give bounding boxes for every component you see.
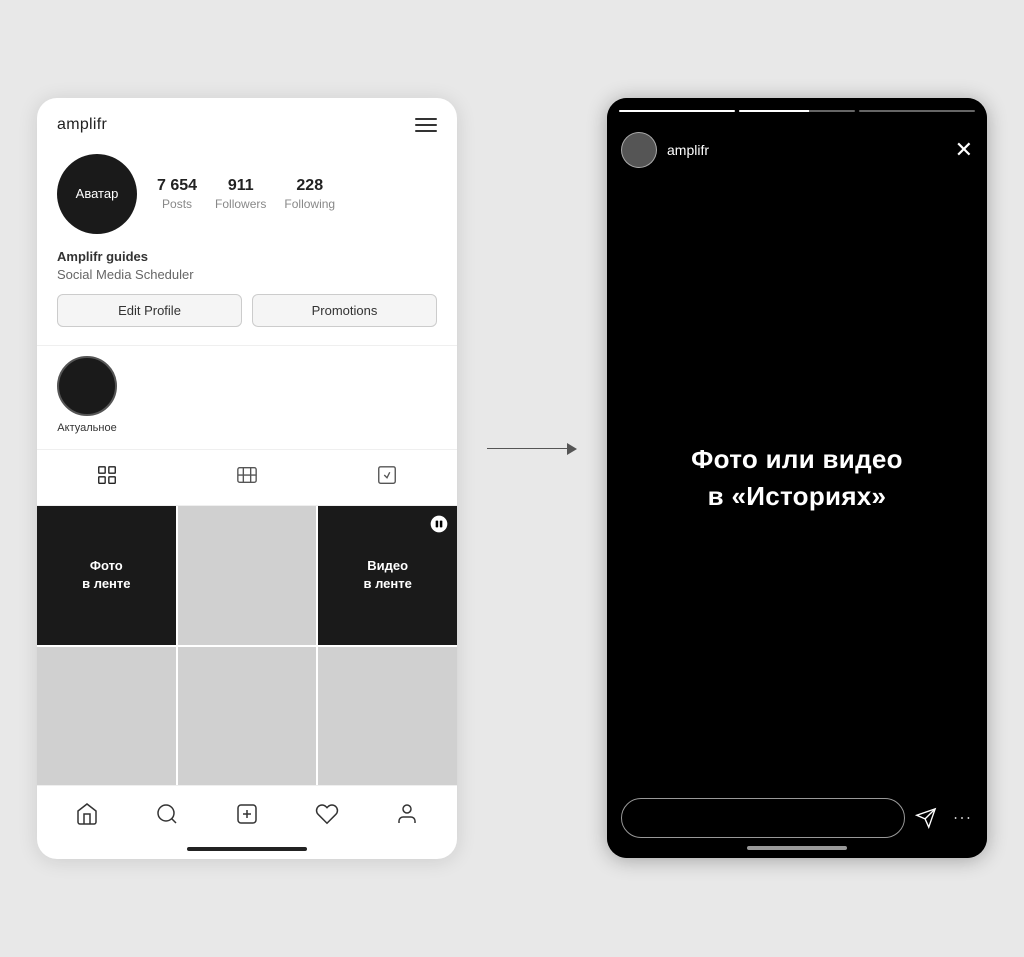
story-username: amplifr xyxy=(667,142,709,158)
bio-desc: Social Media Scheduler xyxy=(57,267,437,282)
nav-home[interactable] xyxy=(67,798,107,835)
nav-profile[interactable] xyxy=(387,798,427,835)
arrow-connector xyxy=(487,443,577,455)
story-input[interactable] xyxy=(621,798,905,838)
nav-add[interactable] xyxy=(227,798,267,835)
video-icon xyxy=(429,514,449,539)
followers-label: Followers xyxy=(215,197,266,211)
left-phone: amplifr Аватар 7 654 Posts 911 Followers xyxy=(37,98,457,859)
phone-header: amplifr xyxy=(37,98,457,144)
bio-section: Amplifr guides Social Media Scheduler xyxy=(37,249,457,294)
grid-section: Фотов ленте Видеов ленте xyxy=(37,506,457,785)
story-avatar xyxy=(621,132,657,168)
arrow-line xyxy=(487,448,567,450)
story-user: amplifr xyxy=(621,132,709,168)
stat-following: 228 Following xyxy=(284,177,335,211)
page-wrapper: amplifr Аватар 7 654 Posts 911 Followers xyxy=(0,58,1024,899)
right-phone: amplifr ✕ Фото или видеов «Историях» xyxy=(607,98,987,858)
avatar: Аватар xyxy=(57,154,137,234)
arrow-head xyxy=(567,443,577,455)
tabs-section xyxy=(37,449,457,506)
story-action-icons xyxy=(915,807,973,829)
following-label: Following xyxy=(284,197,335,211)
followers-number: 911 xyxy=(228,177,254,195)
grid-video-label: Видеов ленте xyxy=(363,557,411,593)
tab-tagged[interactable] xyxy=(366,460,408,495)
profile-stats: 7 654 Posts 911 Followers 228 Following xyxy=(157,177,437,211)
stat-followers: 911 Followers xyxy=(215,177,266,211)
home-indicator xyxy=(187,847,307,851)
highlight-circle xyxy=(57,356,117,416)
following-number: 228 xyxy=(296,177,323,195)
action-buttons: Edit Profile Promotions xyxy=(37,294,457,345)
story-header: amplifr ✕ xyxy=(607,106,987,178)
grid-photo-label: Фотов ленте xyxy=(82,557,130,593)
more-icon[interactable] xyxy=(951,807,973,829)
tab-reels[interactable] xyxy=(226,460,268,495)
highlight-label: Актуальное xyxy=(57,422,116,434)
highlight-item[interactable]: Актуальное xyxy=(57,356,117,434)
story-bottom xyxy=(607,798,987,838)
bio-name: Amplifr guides xyxy=(57,249,437,264)
promotions-button[interactable]: Promotions xyxy=(252,294,437,327)
nav-heart[interactable] xyxy=(307,798,347,835)
posts-number: 7 654 xyxy=(157,177,197,195)
grid-cell-empty-2 xyxy=(37,647,176,786)
highlights-section: Актуальное xyxy=(37,345,457,449)
edit-profile-button[interactable]: Edit Profile xyxy=(57,294,242,327)
posts-label: Posts xyxy=(162,197,192,211)
nav-search[interactable] xyxy=(147,798,187,835)
tab-grid[interactable] xyxy=(86,460,128,495)
grid-cell-video: Видеов ленте xyxy=(318,506,457,645)
close-icon[interactable]: ✕ xyxy=(955,139,973,161)
grid-cell-empty-4 xyxy=(318,647,457,786)
send-icon[interactable] xyxy=(915,807,937,829)
story-content: Фото или видеов «Историях» xyxy=(607,98,987,858)
grid-cell-empty-1 xyxy=(178,506,317,645)
profile-username: amplifr xyxy=(57,116,107,134)
story-text: Фото или видеов «Историях» xyxy=(691,441,903,514)
grid-cell-photo: Фотов ленте xyxy=(37,506,176,645)
story-home-indicator xyxy=(747,846,847,850)
bottom-nav xyxy=(37,785,457,843)
menu-icon[interactable] xyxy=(415,118,437,132)
stat-posts: 7 654 Posts xyxy=(157,177,197,211)
grid-cell-empty-3 xyxy=(178,647,317,786)
profile-section: Аватар 7 654 Posts 911 Followers 228 Fol… xyxy=(37,144,457,249)
avatar-label: Аватар xyxy=(76,186,119,201)
